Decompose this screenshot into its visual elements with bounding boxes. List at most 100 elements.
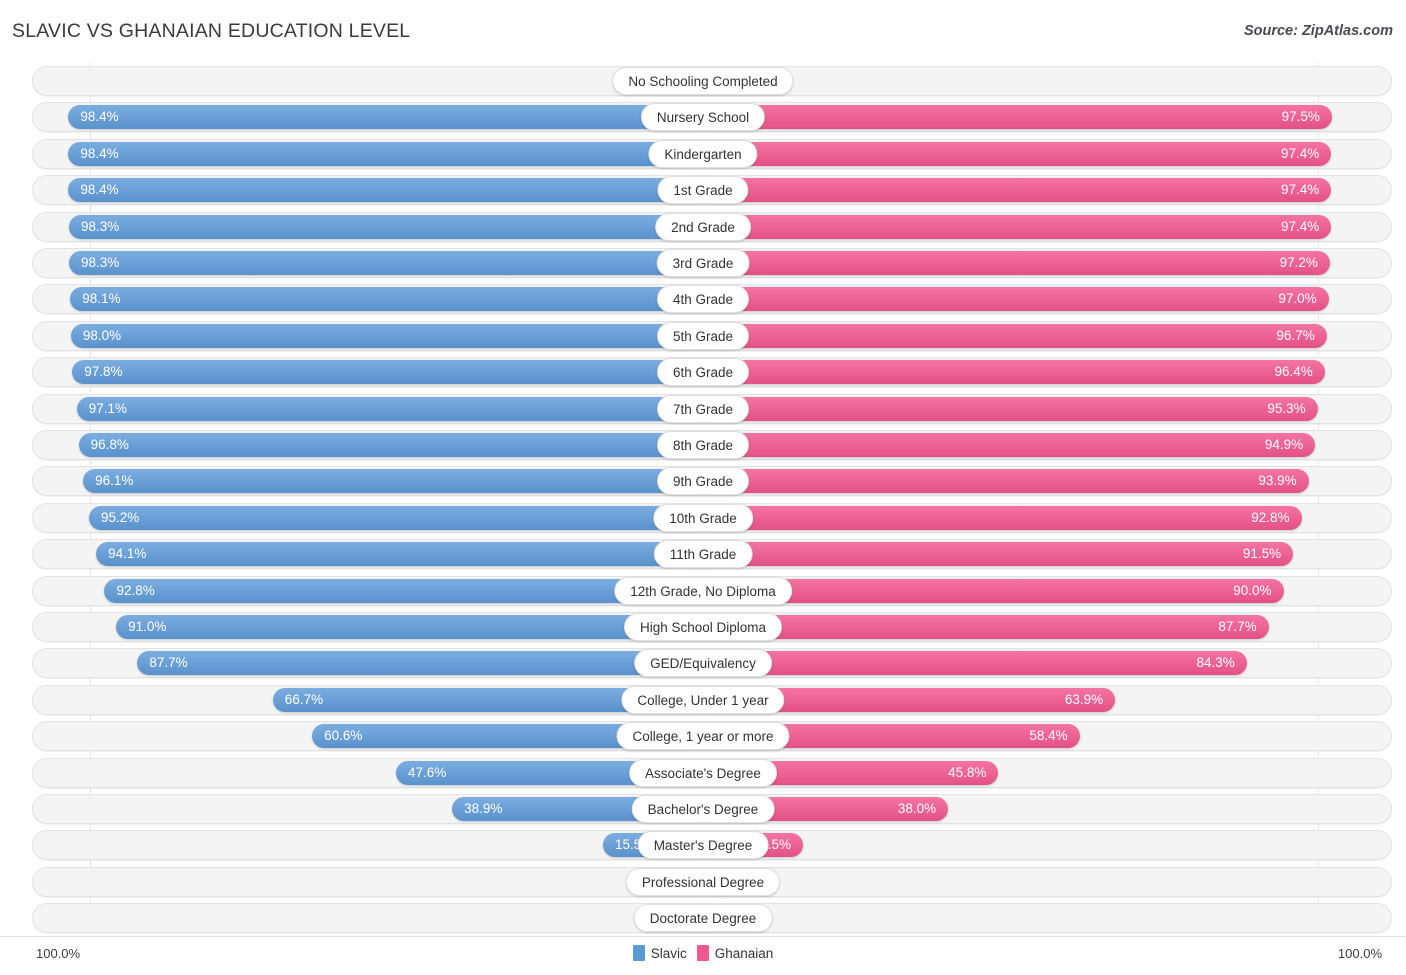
category-label: 2nd Grade bbox=[655, 212, 751, 241]
category-label: 1st Grade bbox=[657, 176, 749, 205]
bar-ghanaian[interactable]: 97.4% bbox=[703, 178, 1332, 203]
bar-half-left: 1.7% bbox=[34, 69, 703, 93]
bar-row: 98.4% 97.4% 1st Grade bbox=[12, 175, 1394, 206]
bar-value-label: 92.8% bbox=[116, 582, 155, 598]
bar-half-right: 92.8% bbox=[703, 505, 1390, 530]
bar-value-label: 97.4% bbox=[1280, 218, 1320, 234]
bar-half-right: 87.7% bbox=[703, 615, 1390, 639]
bar-ghanaian[interactable]: 97.4% bbox=[703, 141, 1332, 166]
bar-row: 92.8% 90.0% 12th Grade, No Diploma bbox=[12, 575, 1394, 606]
bar-half-left: 66.7% bbox=[34, 687, 703, 712]
page-title: SLAVIC VS GHANAIAN EDUCATION LEVEL bbox=[12, 20, 411, 42]
bar-value-label: 96.1% bbox=[95, 473, 134, 489]
bar-half-left: 98.1% bbox=[34, 287, 703, 312]
bar-half-left: 4.5% bbox=[34, 869, 703, 894]
bar-ghanaian[interactable]: 93.9% bbox=[703, 469, 1309, 494]
bar-slavic[interactable]: 94.1% bbox=[96, 542, 703, 567]
bar-slavic[interactable]: 96.1% bbox=[83, 469, 703, 494]
bar-half-left: 15.5% bbox=[34, 833, 703, 858]
bar-half-right: 84.3% bbox=[703, 651, 1390, 676]
bar-half-right: 2.6% bbox=[703, 69, 1390, 93]
category-label: Master's Degree bbox=[637, 831, 769, 860]
bar-half-left: 60.6% bbox=[34, 724, 703, 749]
bar-value-label: 87.7% bbox=[1218, 619, 1257, 634]
bar-row: 98.0% 96.7% 5th Grade bbox=[12, 320, 1394, 351]
bar-half-right: 97.5% bbox=[703, 105, 1390, 130]
bar-rows: 1.7%2.6%No Schooling Completed 98.4% 97.5%… bbox=[0, 62, 1406, 936]
bar-ghanaian[interactable]: 94.9% bbox=[703, 433, 1316, 457]
bar-slavic[interactable]: 91.0% bbox=[116, 615, 703, 639]
bar-value-label: 98.4% bbox=[80, 182, 119, 198]
bar-slavic[interactable]: 87.7% bbox=[137, 651, 703, 676]
bar-half-left: 1.9% bbox=[34, 906, 703, 931]
bar-half-left: 98.3% bbox=[34, 251, 703, 275]
bar-row: 66.7% 63.9% College, Under 1 year bbox=[12, 684, 1394, 715]
bar-slavic[interactable]: 98.4% bbox=[68, 105, 703, 130]
bar-value-label: 97.4% bbox=[1280, 182, 1320, 198]
source-attribution: Source: ZipAtlas.com bbox=[1243, 23, 1393, 39]
bar-row: 98.3% 97.4% 2nd Grade bbox=[12, 211, 1394, 242]
bar-slavic[interactable]: 97.1% bbox=[76, 396, 703, 421]
bar-half-right: 97.4% bbox=[703, 214, 1390, 239]
bar-slavic[interactable]: 98.1% bbox=[70, 287, 703, 312]
legend-swatch-icon bbox=[632, 945, 645, 961]
bar-ghanaian[interactable]: 96.7% bbox=[703, 323, 1327, 348]
bar-ghanaian[interactable]: 97.2% bbox=[703, 251, 1330, 275]
bar-ghanaian[interactable]: 97.4% bbox=[703, 214, 1332, 239]
bar-slavic[interactable]: 98.3% bbox=[68, 214, 703, 239]
bar-row: 98.4% 97.4% Kindergarten bbox=[12, 138, 1394, 169]
bar-half-left: 98.0% bbox=[34, 323, 703, 348]
bar-value-label: 98.3% bbox=[80, 255, 120, 270]
bar-slavic[interactable]: 98.3% bbox=[68, 251, 703, 275]
bar-slavic[interactable]: 95.2% bbox=[88, 505, 703, 530]
bar-row: 4.5%4.3%Professional Degree bbox=[12, 866, 1394, 897]
bar-ghanaian[interactable]: 87.7% bbox=[703, 615, 1269, 639]
bar-value-label: 98.1% bbox=[82, 291, 121, 307]
chart-legend: Slavic Ghanaian bbox=[0, 945, 1406, 961]
bar-value-label: 95.2% bbox=[100, 509, 140, 525]
category-label: Kindergarten bbox=[648, 139, 758, 168]
bar-value-label: 97.0% bbox=[1278, 291, 1317, 307]
bar-slavic[interactable]: 97.8% bbox=[72, 360, 703, 385]
bar-slavic[interactable]: 98.0% bbox=[70, 323, 703, 348]
bar-half-left: 87.7% bbox=[34, 651, 703, 676]
bar-value-label: 97.4% bbox=[1280, 145, 1320, 161]
bar-half-right: 58.4% bbox=[703, 724, 1390, 749]
bar-half-right: 1.8% bbox=[703, 906, 1390, 931]
bar-row: 87.7% 84.3% GED/Equivalency bbox=[12, 648, 1394, 679]
bar-value-label: 47.6% bbox=[407, 764, 447, 780]
bar-ghanaian[interactable]: 91.5% bbox=[703, 542, 1294, 567]
bar-value-label: 45.8% bbox=[948, 764, 987, 780]
bar-value-label: 58.4% bbox=[1029, 728, 1068, 744]
bar-half-right: 97.4% bbox=[703, 141, 1390, 166]
bar-value-label: 97.1% bbox=[88, 400, 127, 416]
category-label: 12th Grade, No Diploma bbox=[614, 576, 792, 605]
category-label: Nursery School bbox=[640, 103, 766, 132]
bar-value-label: 97.5% bbox=[1281, 109, 1320, 125]
bar-ghanaian[interactable]: 95.3% bbox=[703, 396, 1318, 421]
bar-half-left: 38.9% bbox=[34, 797, 703, 821]
bar-ghanaian[interactable]: 96.4% bbox=[703, 360, 1325, 385]
category-label: Bachelor's Degree bbox=[631, 795, 775, 823]
bar-ghanaian[interactable]: 97.0% bbox=[703, 287, 1329, 312]
bar-value-label: 66.7% bbox=[284, 691, 324, 707]
bar-half-left: 96.1% bbox=[34, 469, 703, 494]
bar-slavic[interactable]: 98.4% bbox=[68, 141, 703, 166]
bar-slavic[interactable]: 92.8% bbox=[104, 578, 703, 603]
legend-item-ghanaian[interactable]: Ghanaian bbox=[696, 945, 773, 961]
bar-value-label: 97.8% bbox=[84, 364, 123, 380]
bar-half-left: 97.8% bbox=[34, 360, 703, 385]
bar-value-label: 96.4% bbox=[1274, 364, 1313, 380]
category-label: 11th Grade bbox=[653, 540, 753, 569]
legend-item-slavic[interactable]: Slavic bbox=[632, 945, 687, 961]
bar-ghanaian[interactable]: 84.3% bbox=[703, 651, 1247, 676]
bar-slavic[interactable]: 98.4% bbox=[68, 178, 703, 203]
bar-value-label: 94.1% bbox=[108, 546, 147, 562]
bar-slavic[interactable]: 96.8% bbox=[78, 433, 703, 457]
legend-swatch-icon bbox=[696, 945, 709, 961]
bar-ghanaian[interactable]: 92.8% bbox=[703, 505, 1302, 530]
bar-row: 98.1% 97.0% 4th Grade bbox=[12, 284, 1394, 315]
bar-value-label: 38.0% bbox=[897, 801, 937, 816]
bar-half-left: 96.8% bbox=[34, 433, 703, 457]
bar-ghanaian[interactable]: 97.5% bbox=[703, 105, 1332, 130]
